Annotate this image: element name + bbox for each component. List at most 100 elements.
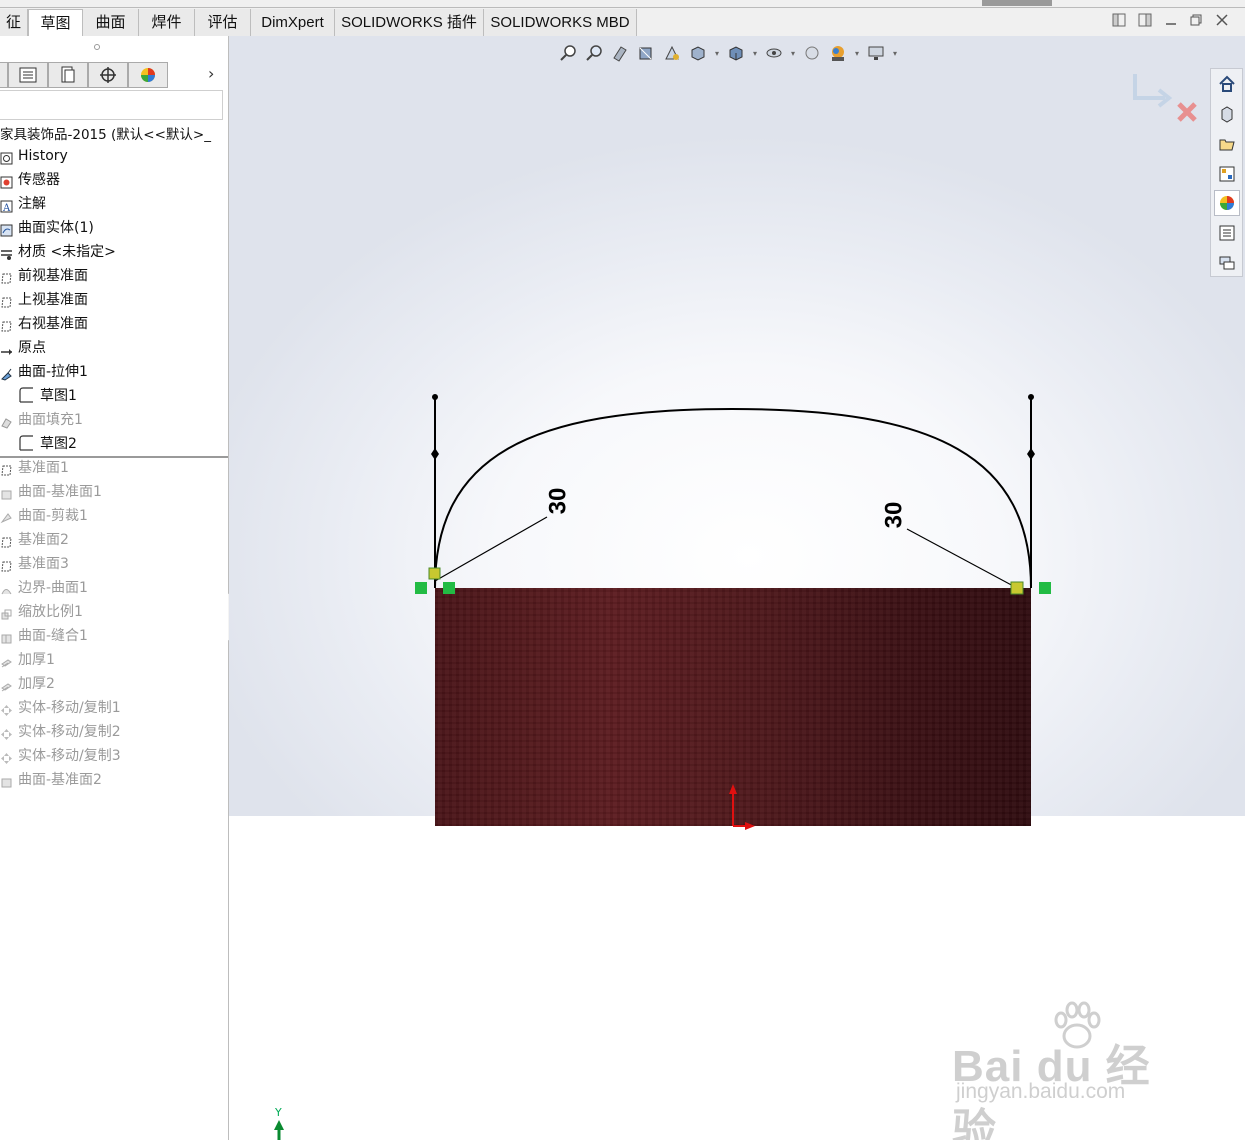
origin-icon xyxy=(729,784,755,830)
surface-plane-icon xyxy=(0,485,13,500)
chevron-right-icon[interactable]: › xyxy=(208,64,214,83)
move-copy-icon xyxy=(0,701,13,716)
dimension-value-right[interactable]: 30 xyxy=(880,502,908,529)
tangent-relation-icon[interactable] xyxy=(1010,581,1024,595)
material-icon xyxy=(0,245,13,260)
plane-icon xyxy=(0,461,13,476)
custom-properties-icon[interactable] xyxy=(1214,220,1240,246)
surface-trim-icon xyxy=(0,509,13,524)
tab-sketch[interactable]: 草图 xyxy=(28,9,83,36)
appearances-scenes-icon[interactable] xyxy=(1214,190,1240,216)
solidworks-resources-icon[interactable] xyxy=(1214,71,1240,97)
tree-item-label: 右视基准面 xyxy=(18,316,88,332)
axis-label: Y xyxy=(275,1106,282,1119)
tree-item-label: 原点 xyxy=(18,340,46,356)
tree-item-label: 材质 <未指定> xyxy=(18,244,116,260)
dimension-value-left[interactable]: 30 xyxy=(544,488,572,515)
tree-item-label: 曲面-基准面2 xyxy=(18,772,102,788)
panel-grip-icon[interactable] xyxy=(94,44,100,50)
dimension-leader-left xyxy=(434,516,548,582)
tab-evaluate[interactable]: 评估 xyxy=(195,9,251,36)
tree-filter-input[interactable] xyxy=(0,90,223,120)
origin-icon xyxy=(0,341,13,355)
tree-item-label: 注解 xyxy=(18,196,46,212)
panel-tab-spacer xyxy=(168,62,172,88)
tree-item-label: History xyxy=(18,148,68,164)
tangent-direction-left[interactable] xyxy=(431,394,439,588)
forum-icon[interactable] xyxy=(1214,250,1240,276)
sensor-icon xyxy=(0,173,13,189)
scale-icon xyxy=(0,605,13,620)
axis-indicator-icon xyxy=(274,1120,284,1140)
relation-marker-icon[interactable] xyxy=(443,582,455,594)
tree-item-label: 曲面填充1 xyxy=(18,412,83,428)
tab-surfaces[interactable]: 曲面 xyxy=(83,9,139,36)
feature-manager-tab-icon[interactable] xyxy=(8,62,48,88)
graphics-viewport[interactable]: ▾ ▾ ▾ ▾ ▾ 30 30 Y Bai du 经验 jingyan.baid… xyxy=(229,36,1245,1140)
tree-item-label: 曲面-拉伸1 xyxy=(18,364,88,380)
tree-item-label: 实体-移动/复制1 xyxy=(18,700,121,716)
tree-item-label: 曲面-缝合1 xyxy=(18,628,88,644)
close-icon[interactable] xyxy=(1213,13,1231,31)
tree-root-part[interactable]: 家具装饰品-2015 (默认<<默认>_ xyxy=(0,123,211,143)
file-explorer-icon[interactable] xyxy=(1214,131,1240,157)
tree-item-label: 曲面实体(1) xyxy=(18,220,94,236)
tree-item-label: 基准面1 xyxy=(18,460,69,476)
tree-item-label: 草图2 xyxy=(40,436,77,452)
plane-icon xyxy=(0,317,13,332)
sketch-icon xyxy=(18,387,33,403)
tab-strip-top-border xyxy=(0,0,1245,8)
tangent-relation-icon[interactable] xyxy=(428,567,441,580)
property-manager-tab-icon[interactable] xyxy=(48,62,88,88)
plane-icon xyxy=(0,293,13,308)
annotation-icon: A xyxy=(0,197,13,214)
tile-right-icon[interactable] xyxy=(1136,13,1154,31)
tile-left-icon[interactable] xyxy=(1110,13,1128,31)
tree-item-label: 缩放比例1 xyxy=(18,604,83,620)
tree-item-label: 实体-移动/复制2 xyxy=(18,724,121,740)
tree-item-label: 加厚1 xyxy=(18,652,55,668)
relation-marker-icon[interactable] xyxy=(1039,582,1051,594)
tab-solidworks-addins[interactable]: SOLIDWORKS 插件 xyxy=(335,9,484,36)
view-palette-icon[interactable] xyxy=(1214,161,1240,187)
tree-item-label: 传感器 xyxy=(18,172,60,188)
display-manager-tab-icon[interactable] xyxy=(128,62,168,88)
surface-extrude-icon xyxy=(0,365,13,381)
tangent-direction-right[interactable] xyxy=(1027,394,1035,588)
tab-features[interactable]: 征 xyxy=(0,9,28,36)
restore-icon[interactable] xyxy=(1187,13,1205,31)
plane-icon xyxy=(0,533,13,548)
sketch-geometry xyxy=(274,394,1051,1140)
tree-item-label: 上视基准面 xyxy=(18,292,88,308)
panel-tab-edge xyxy=(0,62,8,88)
surface-fill-icon xyxy=(0,413,13,429)
tree-item-label: 曲面-剪裁1 xyxy=(18,508,88,524)
boundary-surface-icon xyxy=(0,581,13,595)
tree-item-label: 曲面-基准面1 xyxy=(18,484,102,500)
configuration-manager-tab-icon[interactable] xyxy=(88,62,128,88)
move-copy-icon xyxy=(0,749,13,764)
tree-item-label: 前视基准面 xyxy=(18,268,88,284)
minimize-icon[interactable] xyxy=(1162,13,1180,31)
dimension-leader-right xyxy=(906,528,1018,589)
thicken-icon xyxy=(0,653,13,668)
sketch-arc[interactable] xyxy=(434,407,1032,589)
design-library-icon[interactable] xyxy=(1214,101,1240,127)
tree-item-label: 加厚2 xyxy=(18,676,55,692)
tree-item-label: 实体-移动/复制3 xyxy=(18,748,121,764)
tab-dimxpert[interactable]: DimXpert xyxy=(251,9,335,36)
watermark: Bai du 经验 jingyan.baidu.com xyxy=(952,1000,1182,1140)
relation-marker-icon[interactable] xyxy=(415,582,427,594)
plane-icon xyxy=(0,269,13,284)
feature-manager-panel: › 家具装饰品-2015 (默认<<默认>_ History 传感器 A 注解曲面实体… xyxy=(0,36,229,1140)
tab-solidworks-mbd[interactable]: SOLIDWORKS MBD xyxy=(484,9,637,36)
tree-item-label: 边界-曲面1 xyxy=(18,580,88,596)
task-pane xyxy=(1210,68,1243,277)
thicken-icon xyxy=(0,677,13,692)
tab-weldments[interactable]: 焊件 xyxy=(139,9,195,36)
rollback-bar[interactable] xyxy=(0,456,228,458)
move-copy-icon xyxy=(0,725,13,740)
surface-plane-icon xyxy=(0,773,13,788)
tree-item-label: 基准面3 xyxy=(18,556,69,572)
history-icon xyxy=(0,149,13,165)
